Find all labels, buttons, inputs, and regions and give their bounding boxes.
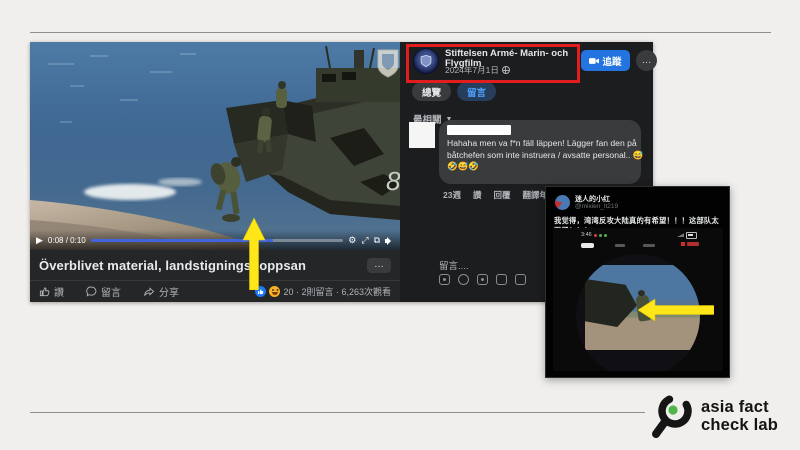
x-user-handle[interactable]: @mixien_lt219 <box>575 203 618 210</box>
post-stats[interactable]: 20 · 2則留言 · 6,263次觀看 <box>255 285 391 298</box>
share-button[interactable]: 分享 <box>143 284 179 299</box>
privacy-globe-icon <box>502 66 510 74</box>
page-crest-icon <box>419 54 433 68</box>
overlay-stat-blur1 <box>615 244 625 247</box>
haha-reaction-icon <box>269 286 280 297</box>
video-title-bar: Överblivet material, landstigningshoppsa… <box>30 250 400 280</box>
video-player[interactable]: 8 <box>30 42 400 250</box>
logo-line2: check lab <box>701 416 778 434</box>
post-date-text: 2024年7月1日 <box>445 64 499 76</box>
magnifier-icon <box>650 392 696 440</box>
phone-clock: 3:46 <box>581 232 592 238</box>
comment-button[interactable]: 留言 <box>86 284 121 299</box>
x-user-avatar[interactable] <box>555 195 570 210</box>
asia-fact-check-lab-logo: asia fact check lab <box>650 392 778 440</box>
tab-comments[interactable]: 留言 <box>457 82 496 101</box>
overlay-pill-icon <box>581 243 594 248</box>
comment-bubble[interactable]: Hahaha men va f*n fäll läppen! Lägger fa… <box>439 120 641 184</box>
follow-button[interactable]: 追蹤 <box>581 50 630 71</box>
record-indicator <box>681 242 699 246</box>
logo-line1: asia fact <box>701 398 778 416</box>
status-dot-red <box>594 234 597 237</box>
fullscreen-icon[interactable]: ⤢ <box>361 236 368 245</box>
pip-icon[interactable]: ⧉ <box>374 236 380 245</box>
video-overlay-row <box>553 242 723 250</box>
video-more-button[interactable]: … <box>367 258 391 273</box>
follow-label: 追蹤 <box>602 54 621 68</box>
hull-number: 8 <box>386 166 400 196</box>
share-arrow-icon <box>143 286 155 297</box>
comment-label: 留言 <box>101 284 121 299</box>
status-dot-green <box>599 234 602 237</box>
battery-icon <box>686 232 697 239</box>
comment-age: 23週 <box>443 189 461 201</box>
comment-reply-link[interactable]: 回覆 <box>493 189 510 201</box>
emoji-icon[interactable] <box>458 274 469 285</box>
like-label: 讚 <box>54 284 64 299</box>
thumb-up-icon <box>39 286 50 297</box>
crest-watermark-icon <box>378 50 398 77</box>
phone-status-bar: 3:46 <box>581 232 607 238</box>
comment-meta-row: 23週 讚 回覆 翻譯年糕 <box>443 189 557 201</box>
overlay-stat-blur2 <box>643 244 655 247</box>
video-camera-icon <box>589 57 599 65</box>
top-divider <box>30 32 771 33</box>
bottom-divider <box>30 412 645 413</box>
stats-summary: 20 · 2則留言 · 6,263次觀看 <box>283 285 391 298</box>
breaking-wave <box>84 184 176 200</box>
logo-wordmark: asia fact check lab <box>701 398 778 434</box>
comment-input[interactable]: 留言.... <box>439 258 469 272</box>
status-dot-green2 <box>604 234 607 237</box>
x-post-screenshot: 迷人的小红 @mixien_lt219 我觉得，湾湾反攻大陆真的有希望！！！这部… <box>545 186 730 378</box>
gif-icon[interactable] <box>496 274 507 285</box>
foam <box>158 178 202 186</box>
avatar-sticker-icon[interactable] <box>439 274 450 285</box>
annotation-arrow-left <box>638 299 714 321</box>
comment-bubble-icon <box>86 286 97 297</box>
comment-text-line2: båtchefen som inte instruera / avsatte p… <box>447 150 633 162</box>
volume-icon[interactable] <box>385 236 394 245</box>
share-label: 分享 <box>159 284 179 299</box>
sticker-icon[interactable] <box>515 274 526 285</box>
x-boat <box>585 279 637 327</box>
video-controls[interactable]: ▶ 0:08 / 0:10 ⚙ ⤢ ⧉ <box>30 230 400 250</box>
comment-text-line3: 🤣😅🤣 <box>447 161 633 173</box>
commenter-avatar-redacted <box>409 122 435 148</box>
post-more-button[interactable]: … <box>636 50 657 71</box>
settings-icon[interactable]: ⚙ <box>348 236 356 245</box>
comment-text-line1: Hahaha men va f*n fäll läppen! Lägger fa… <box>447 138 633 150</box>
like-button[interactable]: 讚 <box>39 284 64 299</box>
comment-like-link[interactable]: 讚 <box>473 189 482 201</box>
post-action-bar: 讚 留言 分享 20 · 2則留言 · 6,263次觀看 <box>30 280 400 302</box>
camera-icon[interactable] <box>477 274 488 285</box>
post-date[interactable]: 2024年7月1日 <box>445 64 510 76</box>
video-scene: 8 <box>30 42 400 250</box>
annotation-arrow-up <box>242 218 266 290</box>
page-avatar[interactable] <box>413 48 439 74</box>
signal-icon <box>677 233 684 237</box>
phone-status-right <box>677 232 697 239</box>
video-time: 0:08 / 0:10 <box>48 236 86 245</box>
commenter-name-redacted <box>447 125 511 135</box>
play-icon[interactable]: ▶ <box>36 236 43 245</box>
video-progress-bar[interactable] <box>91 239 344 242</box>
composer-toolbar <box>439 274 526 285</box>
x-embedded-video[interactable]: 3:46 <box>553 228 723 371</box>
tab-overview[interactable]: 總覽 <box>412 82 451 101</box>
